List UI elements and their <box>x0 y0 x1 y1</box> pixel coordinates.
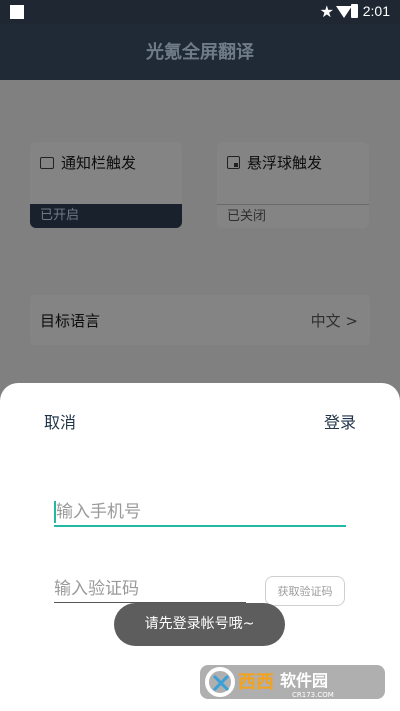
target-language-row[interactable]: 目标语言 中文 > <box>30 295 370 345</box>
watermark-logo: 西西 软件园 CR173.COM <box>200 665 385 699</box>
notification-trigger-status: 已开启 <box>30 204 182 228</box>
cancel-button[interactable]: 取消 <box>44 409 76 433</box>
toast-message: 请先登录帐号哦~ <box>114 603 285 646</box>
floating-ball-trigger-title: 悬浮球触发 <box>247 154 323 172</box>
wifi-icon <box>336 6 352 18</box>
status-bar: ★ 2:01 <box>0 0 400 24</box>
message-icon <box>40 156 54 169</box>
notification-trigger-title: 通知栏触发 <box>61 154 137 172</box>
star-icon: ★ <box>319 2 334 21</box>
floating-ball-trigger-status: 已关闭 <box>217 204 369 228</box>
notification-square-icon <box>10 5 24 19</box>
text-caret <box>54 501 56 523</box>
svg-text:软件园: 软件园 <box>280 671 328 690</box>
target-language-label: 目标语言 <box>40 312 101 330</box>
svg-text:西西: 西西 <box>238 672 274 693</box>
app-title: 光氪全屏翻译 <box>0 24 400 80</box>
login-button[interactable]: 登录 <box>324 409 356 433</box>
battery-icon <box>351 4 358 18</box>
target-language-value: 中文 > <box>310 312 358 330</box>
floating-ball-icon <box>227 156 240 169</box>
verification-code-input[interactable] <box>54 575 246 603</box>
status-time: 2:01 <box>362 3 390 19</box>
floating-ball-trigger-card[interactable]: 悬浮球触发 已关闭 <box>217 142 369 228</box>
svg-text:CR173.COM: CR173.COM <box>292 691 334 699</box>
get-code-button[interactable]: 获取验证码 <box>265 576 345 606</box>
phone-input[interactable] <box>54 499 346 527</box>
notification-trigger-card[interactable]: 通知栏触发 已开启 <box>30 142 182 228</box>
